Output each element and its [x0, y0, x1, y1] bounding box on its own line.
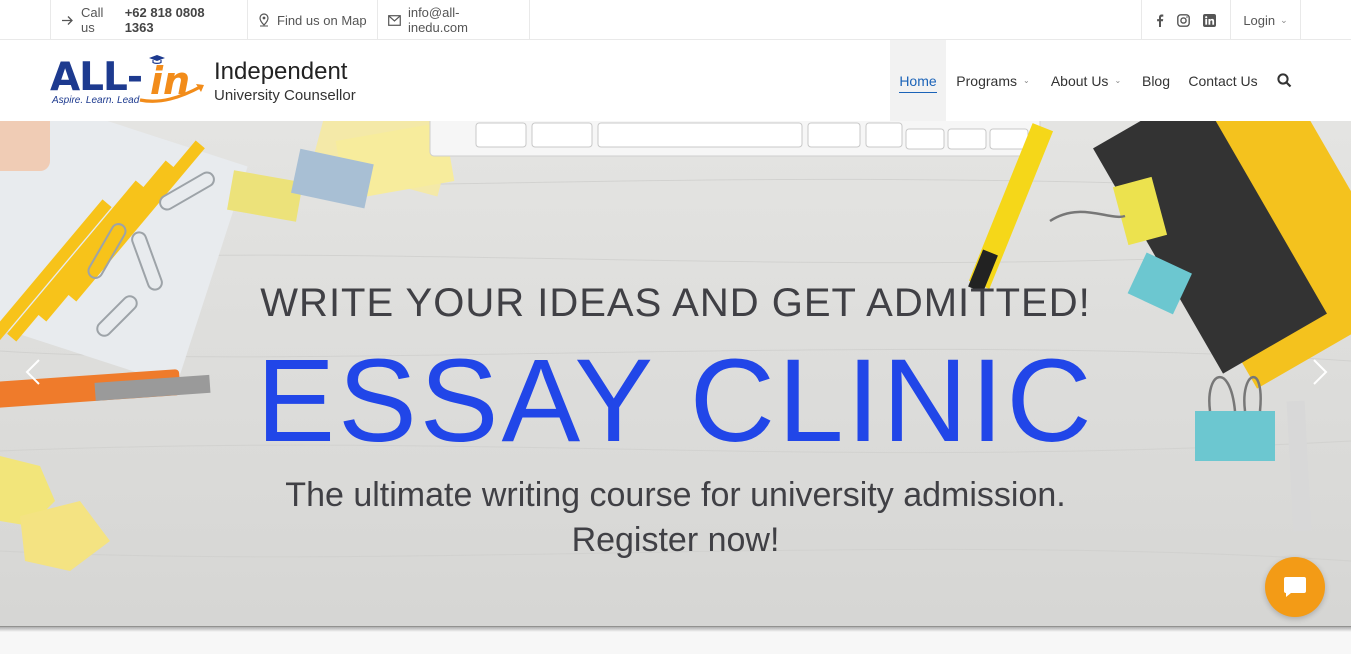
hero-slider: WRITE YOUR IDEAS AND GET ADMITTED! ESSAY…	[0, 121, 1351, 627]
nav-programs[interactable]: Programs ⌄	[946, 40, 1040, 121]
login-dropdown[interactable]: Login ⌄	[1231, 0, 1301, 40]
envelope-icon	[388, 14, 401, 26]
chat-button[interactable]	[1265, 557, 1325, 617]
logo-title: Independent	[214, 58, 348, 85]
swoosh-icon	[139, 84, 204, 103]
chevron-left-icon	[25, 359, 40, 385]
arrow-right-icon	[61, 15, 73, 25]
hero-bottom-shadow	[0, 626, 1351, 632]
email-address: info@all-inedu.com	[407, 5, 468, 35]
facebook-icon[interactable]	[1156, 14, 1164, 27]
call-us-link[interactable]: Call us +62 818 0808 1363	[50, 0, 248, 40]
find-us-on-map-link[interactable]: Find us on Map	[248, 0, 378, 40]
nav-contact-us[interactable]: Contact Us	[1180, 40, 1266, 121]
nav-blog[interactable]: Blog	[1132, 40, 1180, 121]
logo-text-all: ALL-	[50, 55, 143, 100]
login-label: Login	[1243, 12, 1276, 28]
chat-bubble-icon	[1284, 577, 1306, 597]
nav-home[interactable]: Home	[890, 40, 946, 121]
slider-prev-button[interactable]	[18, 357, 48, 387]
slider-next-button[interactable]	[1305, 357, 1335, 387]
search-icon	[1276, 73, 1291, 88]
logo-subtitle: University Counsellor	[214, 87, 356, 104]
instagram-icon[interactable]	[1177, 13, 1190, 27]
hero-subtitle: The ultimate writing course for universi…	[285, 476, 1066, 514]
nav-blog-label: Blog	[1141, 72, 1171, 89]
nav-about-us[interactable]: About Us ⌄	[1040, 40, 1132, 121]
site-header: ALL- in Aspire. Learn. Lead Independent …	[0, 40, 1351, 121]
map-label: Find us on Map	[277, 12, 367, 28]
top-bar: Call us +62 818 0808 1363 Find us on Map…	[0, 0, 1351, 40]
chevron-right-icon	[1313, 359, 1328, 385]
search-button[interactable]	[1266, 40, 1302, 121]
logo-mark: ALL- in Aspire. Learn. Lead	[50, 55, 210, 108]
nav-programs-label: Programs	[956, 72, 1017, 89]
linkedin-icon[interactable]	[1202, 13, 1216, 27]
hero-cta-text: Register now!	[571, 521, 780, 559]
email-link[interactable]: info@all-inedu.com	[378, 0, 530, 40]
call-us-label: Call us	[80, 5, 104, 35]
social-links	[1141, 0, 1231, 40]
map-pin-icon	[259, 13, 269, 27]
nav-about-label: About Us	[1050, 72, 1109, 89]
phone-number: +62 818 0808 1363	[124, 5, 205, 35]
site-logo[interactable]: ALL- in Aspire. Learn. Lead Independent …	[50, 55, 380, 108]
nav-contact-label: Contact Us	[1188, 72, 1258, 89]
nav-home-label: Home	[899, 73, 937, 93]
chevron-down-icon: ⌄	[1022, 76, 1030, 85]
graduation-cap-icon	[149, 55, 165, 64]
chevron-down-icon: ⌄	[1114, 76, 1122, 85]
logo-tagline: Aspire. Learn. Lead	[52, 95, 140, 106]
chevron-down-icon: ⌄	[1280, 14, 1288, 25]
hero-kicker: WRITE YOUR IDEAS AND GET ADMITTED!	[260, 281, 1091, 325]
hero-title: ESSAY CLINIC	[256, 335, 1095, 467]
